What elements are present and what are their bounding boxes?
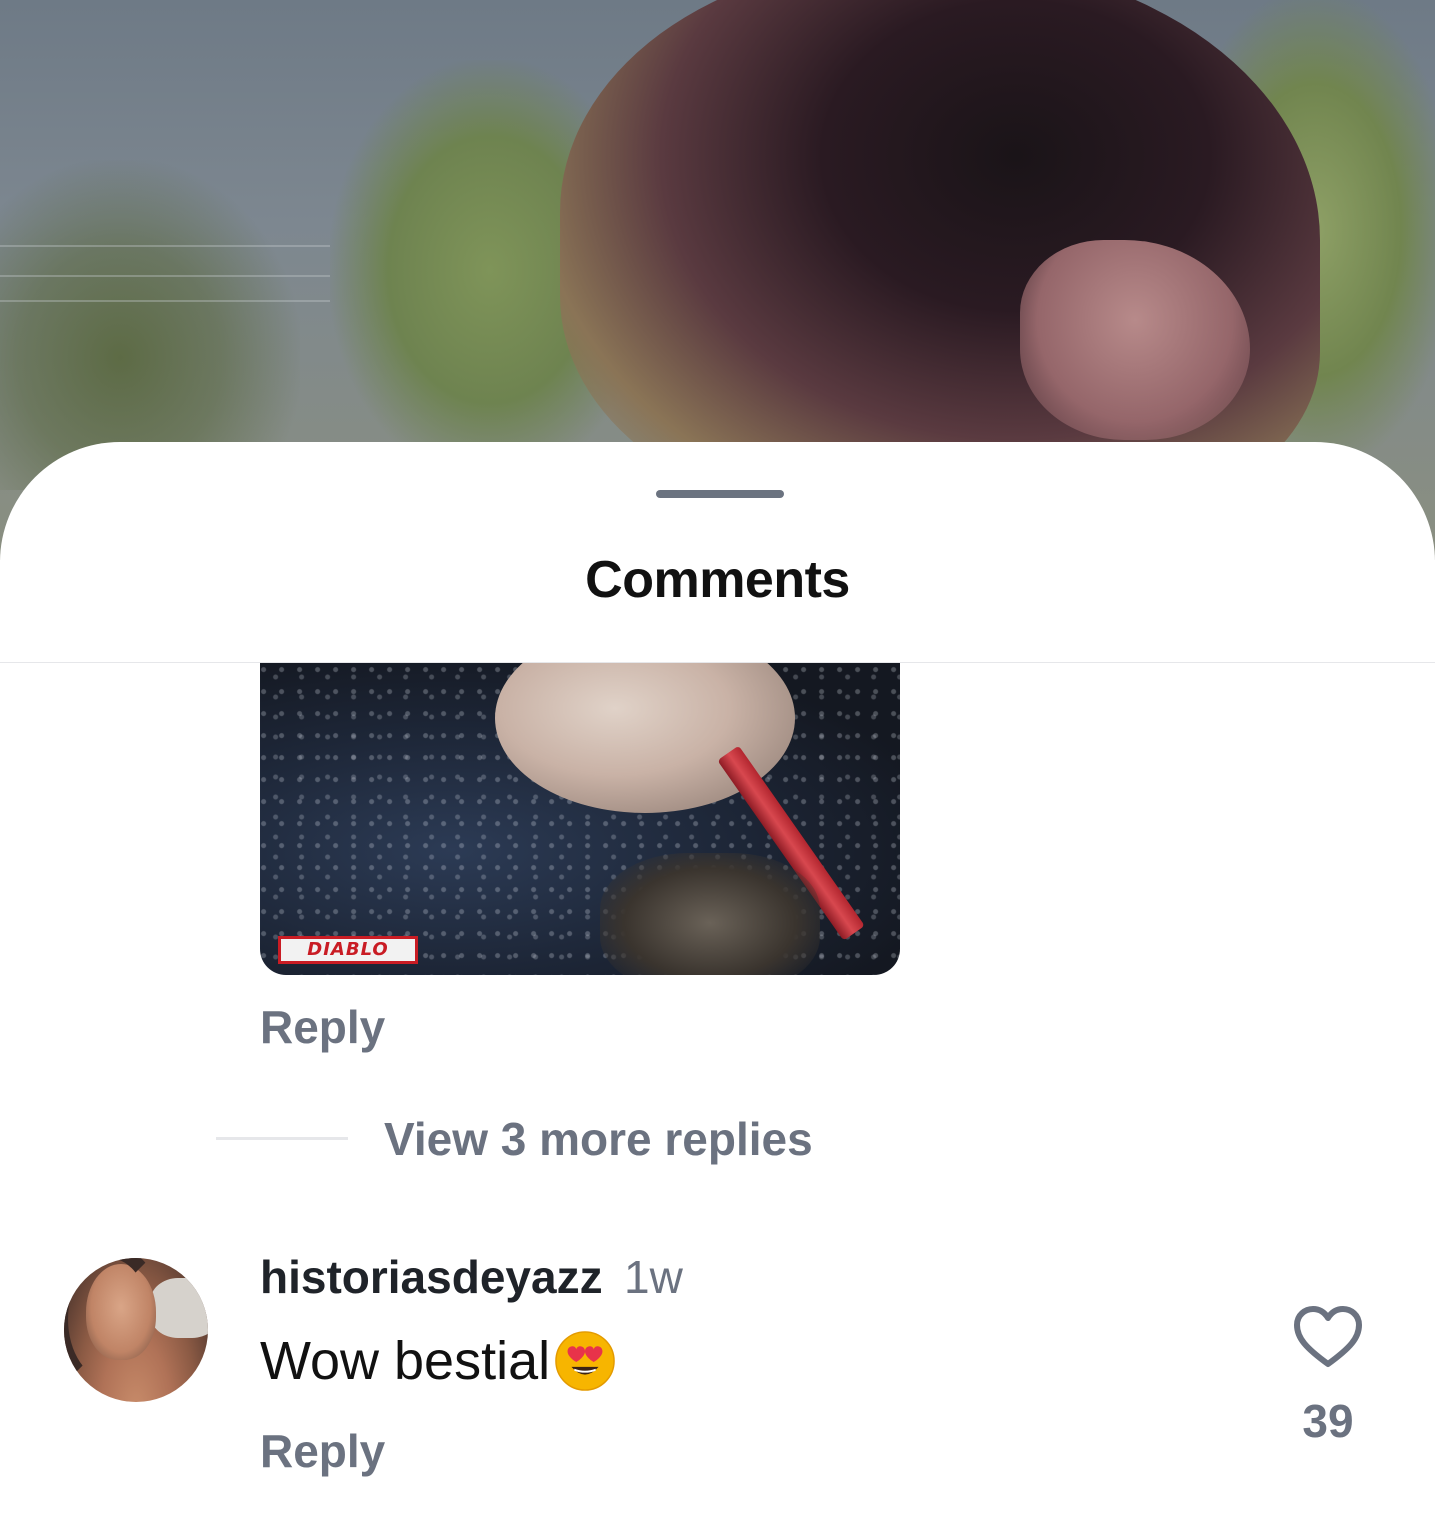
background-wire [0, 300, 330, 302]
comment-username[interactable]: historiasdeyazz [260, 1250, 603, 1304]
avatar[interactable] [64, 1258, 208, 1402]
reply-button[interactable]: Reply [260, 1000, 385, 1054]
gif-attachment[interactable]: DIABLO [260, 663, 900, 975]
background-wire [0, 245, 330, 247]
gif-hand [600, 853, 820, 975]
gif-logo: DIABLO [278, 936, 418, 964]
background-bush [0, 160, 300, 490]
view-more-replies-button[interactable]: View 3 more replies [384, 1112, 813, 1166]
sheet-title: Comments [585, 551, 850, 609]
drag-handle[interactable] [656, 490, 784, 498]
comment-timestamp: 1w [624, 1251, 683, 1303]
avatar-hair [64, 1258, 164, 1394]
like-count: 39 [1302, 1395, 1354, 1447]
comment-text: Wow bestial [260, 1330, 616, 1392]
background-wire [0, 275, 330, 277]
comment-reply-button[interactable]: Reply [260, 1424, 385, 1478]
comment-text-content: Wow bestial [260, 1331, 551, 1391]
more-replies-line [216, 1137, 348, 1140]
comments-sheet: Comments DIABLO Reply View 3 more replie… [0, 442, 1435, 1534]
heart-outline-icon[interactable] [1292, 1304, 1364, 1370]
heart-eyes-emoji-icon [555, 1331, 615, 1391]
